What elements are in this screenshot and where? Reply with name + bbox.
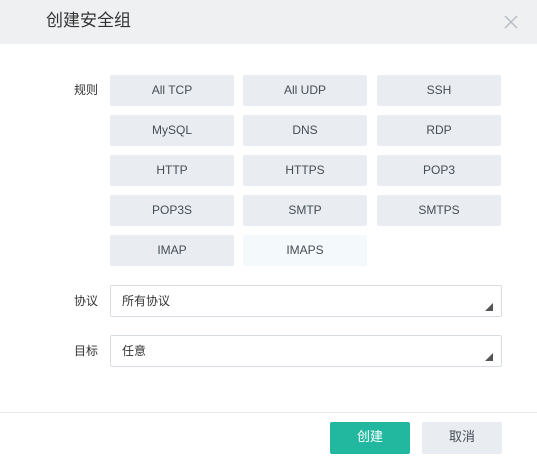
rule-button-http[interactable]: HTTP xyxy=(110,155,234,186)
rule-button-imaps[interactable]: IMAPS xyxy=(243,235,367,266)
protocol-select[interactable]: 所有协议 xyxy=(110,285,502,317)
dialog-header: 创建安全组 xyxy=(0,0,537,44)
rule-button-rdp[interactable]: RDP xyxy=(377,115,501,146)
rule-button-all-tcp[interactable]: All TCP xyxy=(110,75,234,106)
protocol-select-value: 所有协议 xyxy=(122,294,171,308)
dialog-title: 创建安全组 xyxy=(46,11,131,31)
rule-button-mysql[interactable]: MySQL xyxy=(110,115,234,146)
protocol-label: 协议 xyxy=(74,294,99,308)
target-select[interactable]: 任意 xyxy=(110,335,502,367)
footer-divider xyxy=(0,412,537,413)
target-label: 目标 xyxy=(74,344,99,358)
cancel-button[interactable]: 取消 xyxy=(422,422,502,454)
close-icon[interactable] xyxy=(501,12,521,32)
rule-button-pop3s[interactable]: POP3S xyxy=(110,195,234,226)
rules-label: 规则 xyxy=(74,83,99,97)
dropdown-arrow-icon xyxy=(485,346,493,361)
rule-button-imap[interactable]: IMAP xyxy=(110,235,234,266)
rule-button-smtp[interactable]: SMTP xyxy=(243,195,367,226)
create-button[interactable]: 创建 xyxy=(330,422,410,454)
rule-button-https[interactable]: HTTPS xyxy=(243,155,367,186)
rule-button-ssh[interactable]: SSH xyxy=(377,75,501,106)
rule-button-all-udp[interactable]: All UDP xyxy=(243,75,367,106)
rule-button-dns[interactable]: DNS xyxy=(243,115,367,146)
dropdown-arrow-icon xyxy=(485,296,493,311)
rule-button-pop3[interactable]: POP3 xyxy=(377,155,501,186)
target-select-value: 任意 xyxy=(122,344,147,358)
rule-button-smtps[interactable]: SMTPS xyxy=(377,195,501,226)
